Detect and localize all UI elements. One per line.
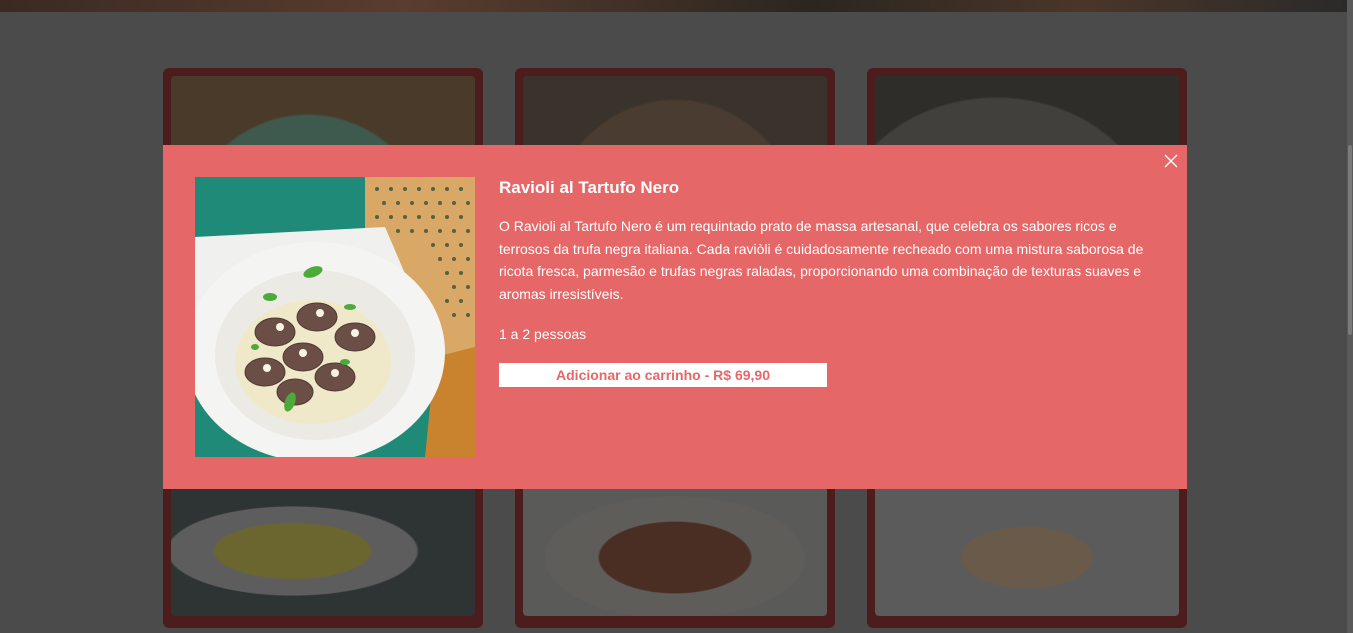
dish-image <box>171 486 475 616</box>
product-details: Ravioli al Tartufo Nero O Ravioli al Tar… <box>499 177 1155 387</box>
add-to-cart-button[interactable]: Adicionar ao carrinho - R$ 69,90 <box>499 363 827 387</box>
dish-image <box>523 486 827 616</box>
product-title: Ravioli al Tartufo Nero <box>499 178 680 197</box>
close-icon[interactable] <box>1163 153 1179 169</box>
dish-image <box>875 486 1179 616</box>
hero-banner-edge <box>0 0 1353 12</box>
product-image <box>195 177 475 457</box>
scrollbar-thumb[interactable] <box>1348 145 1352 335</box>
page: Ravioli al Tartufo Nero O Ravioli al Tar… <box>0 0 1353 633</box>
product-description: O Ravioli al Tartufo Nero é um requintad… <box>499 218 1144 302</box>
product-serves: 1 a 2 pessoas <box>499 326 587 342</box>
product-modal: Ravioli al Tartufo Nero O Ravioli al Tar… <box>163 145 1187 489</box>
scrollbar[interactable] <box>1347 0 1353 633</box>
